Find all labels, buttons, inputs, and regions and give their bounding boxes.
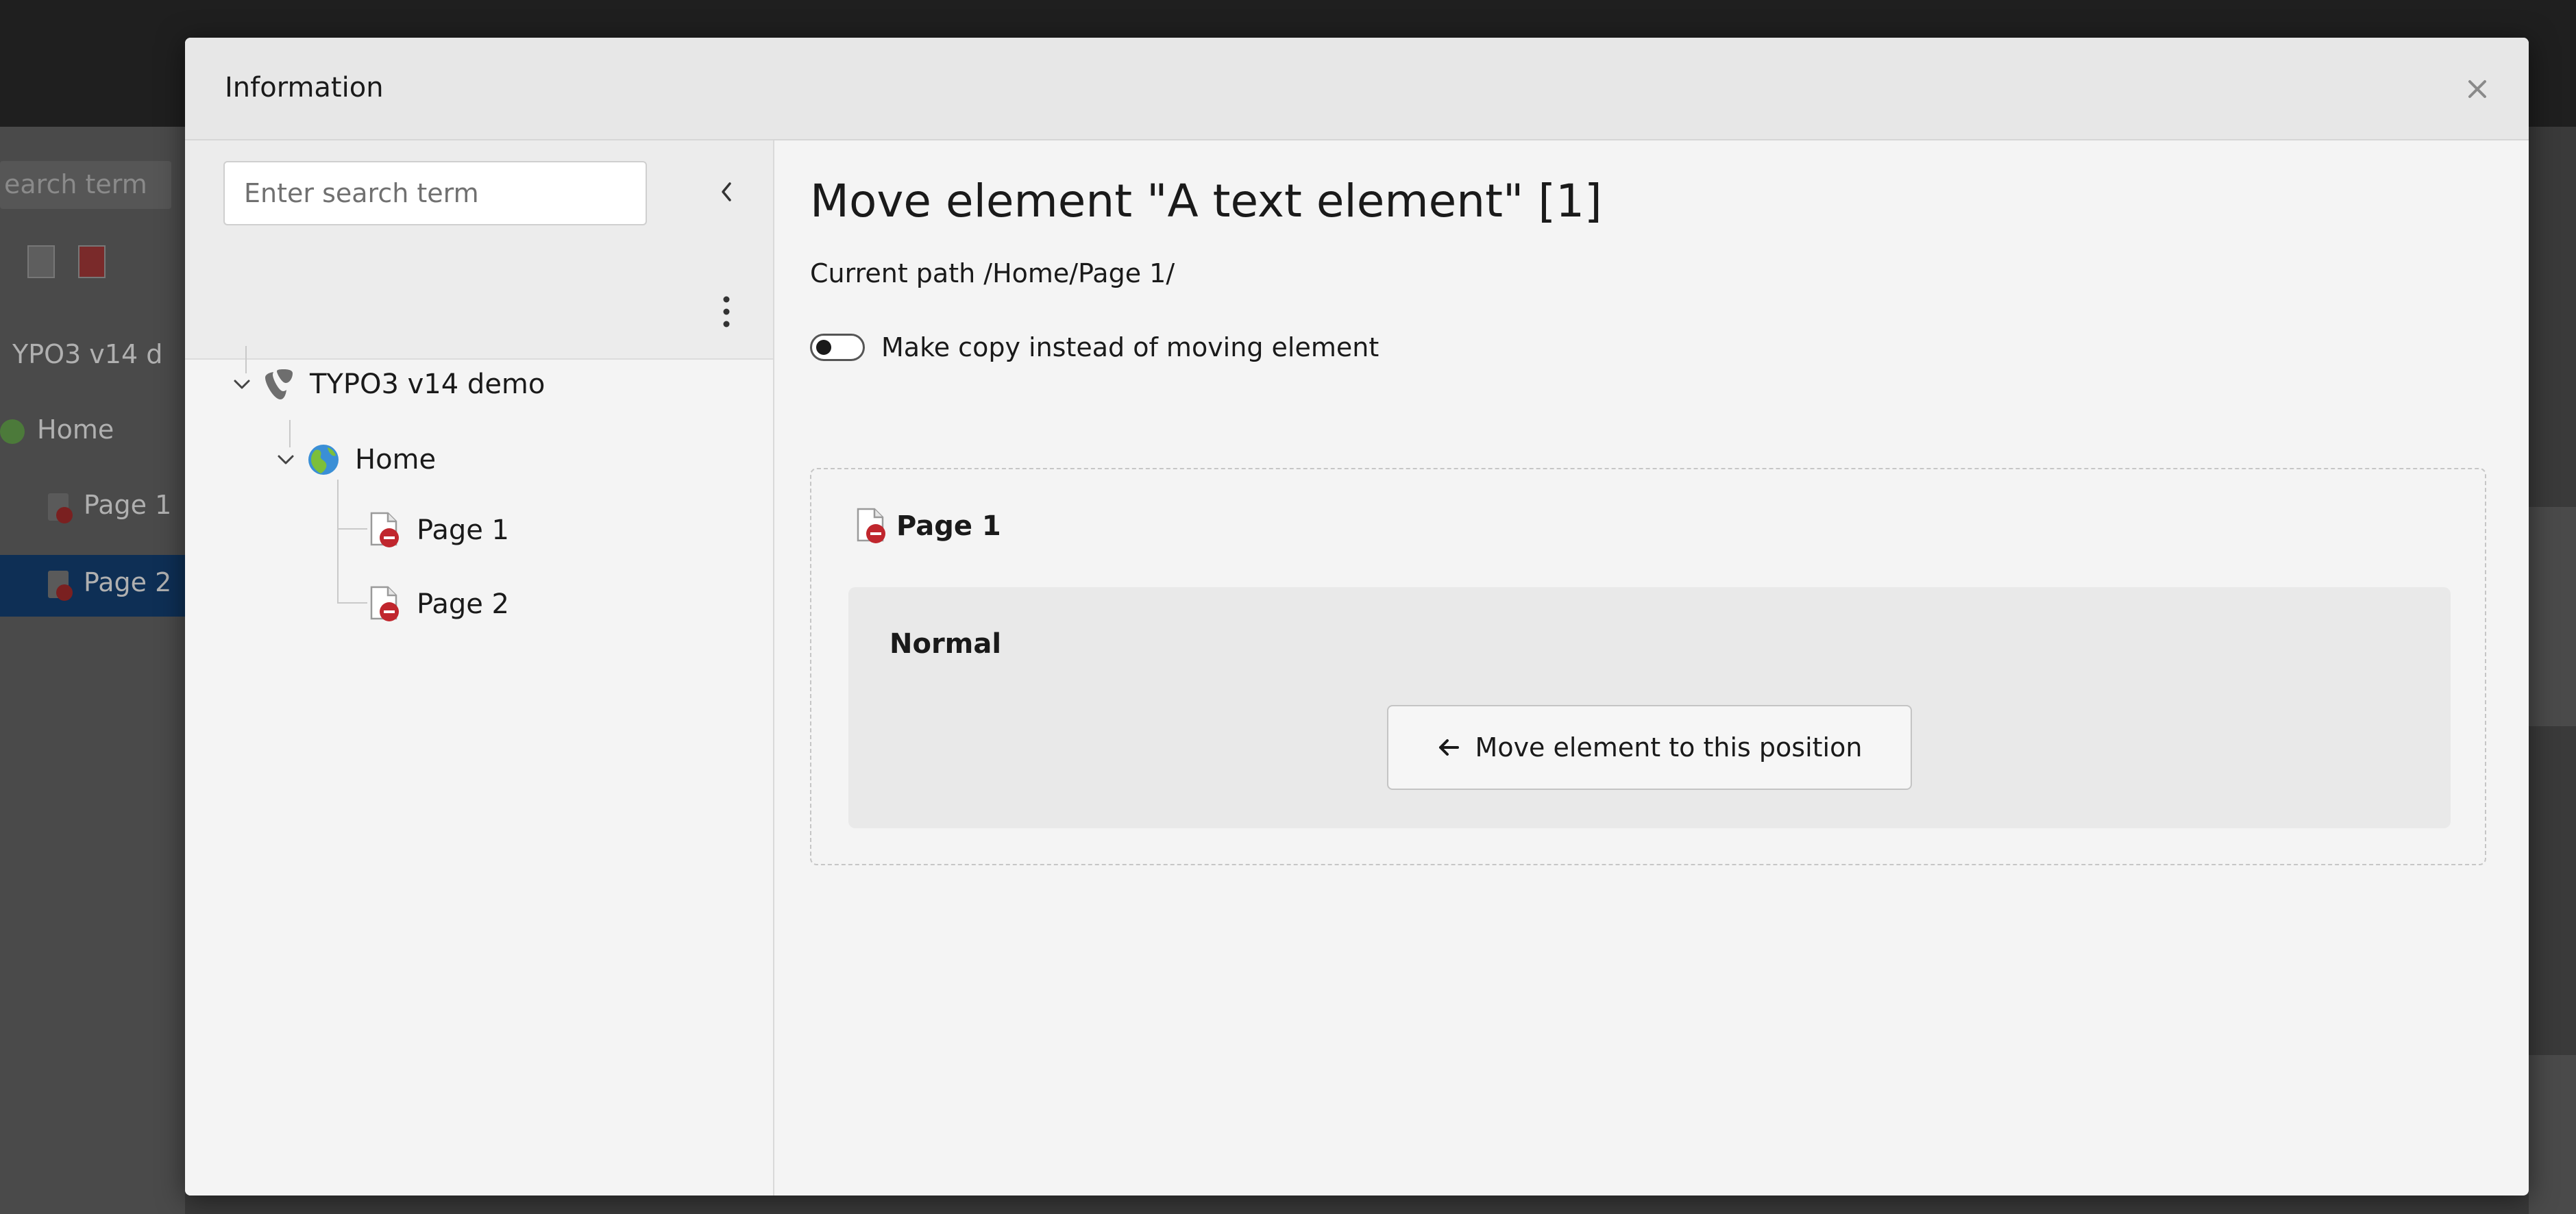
chevron-left-icon	[722, 182, 731, 201]
column-title: Normal	[890, 628, 1002, 660]
background-tree-root: YPO3 v14 d	[12, 339, 163, 369]
new-page-icon	[27, 245, 55, 278]
information-modal: Information Enter search term TYPO3 v14 …	[185, 38, 2529, 1196]
copy-toggle-row[interactable]: Make copy instead of moving element	[810, 332, 1379, 362]
current-path: Current path /Home/Page 1/	[810, 258, 1175, 288]
copy-toggle-label: Make copy instead of moving element	[881, 332, 1379, 362]
chevron-down-icon[interactable]	[230, 373, 254, 396]
tree-line	[337, 528, 367, 530]
page-title: Move element "A text element" [1]	[810, 175, 1602, 227]
background-toolbar-icons	[27, 245, 106, 278]
page-header: Page 1	[855, 508, 1001, 545]
page-layout-box: Page 1 Normal Move element to this posit…	[810, 468, 2486, 865]
tree-node-root[interactable]: TYPO3 v14 demo	[230, 368, 545, 401]
tree-line	[337, 602, 367, 604]
kebab-menu-icon	[723, 296, 730, 327]
tree-node-page1[interactable]: Page 1	[369, 512, 509, 549]
modal-header: Information	[185, 38, 2529, 140]
chevron-down-icon[interactable]	[274, 448, 297, 471]
close-icon	[2468, 80, 2486, 98]
tree-node-label: Page 2	[417, 589, 509, 620]
copy-toggle-switch[interactable]	[810, 334, 865, 361]
tree-node-label: TYPO3 v14 demo	[310, 369, 545, 400]
hidden-page-icon	[78, 245, 106, 278]
page-hidden-icon	[855, 508, 888, 545]
tree-toolbar	[185, 140, 773, 360]
move-element-content: Move element "A text element" [1] Curren…	[776, 140, 2529, 1196]
page-icon	[48, 570, 73, 601]
background-tree-home: Home	[0, 414, 114, 445]
modal-title: Information	[225, 72, 384, 103]
tree-search-input[interactable]	[223, 161, 647, 225]
globe-icon	[0, 419, 25, 444]
background-search-text: earch term	[4, 169, 147, 199]
background-tree-page2: Page 2	[48, 567, 171, 601]
tree-line	[337, 480, 339, 603]
tree-node-page2[interactable]: Page 2	[369, 586, 509, 623]
arrow-left-icon	[1437, 738, 1460, 757]
toggle-knob	[816, 340, 831, 355]
close-button[interactable]	[2453, 65, 2501, 113]
typo3-logo-icon	[263, 368, 295, 401]
background-right-panel	[2529, 507, 2576, 726]
tree-menu-button[interactable]	[706, 284, 747, 339]
page-name: Page 1	[896, 510, 1001, 542]
tree-node-home[interactable]: Home	[274, 443, 436, 476]
collapse-tree-button[interactable]	[706, 168, 747, 216]
tree-node-label: Page 1	[417, 515, 509, 546]
page-icon	[48, 493, 73, 523]
background-right-panel-lower	[2529, 1055, 2576, 1214]
tree-node-label: Home	[355, 444, 437, 475]
page-hidden-icon	[369, 586, 402, 623]
background-page-tree	[0, 127, 185, 1214]
background-tree-page1: Page 1	[48, 490, 171, 523]
column-position-normal: Normal Move element to this position	[848, 587, 2451, 828]
globe-icon	[307, 443, 340, 476]
page-tree-panel: TYPO3 v14 demo Home	[185, 140, 774, 1196]
move-button-label: Move element to this position	[1475, 732, 1863, 763]
page-hidden-icon	[369, 512, 402, 549]
move-element-here-button[interactable]: Move element to this position	[1387, 705, 1912, 790]
